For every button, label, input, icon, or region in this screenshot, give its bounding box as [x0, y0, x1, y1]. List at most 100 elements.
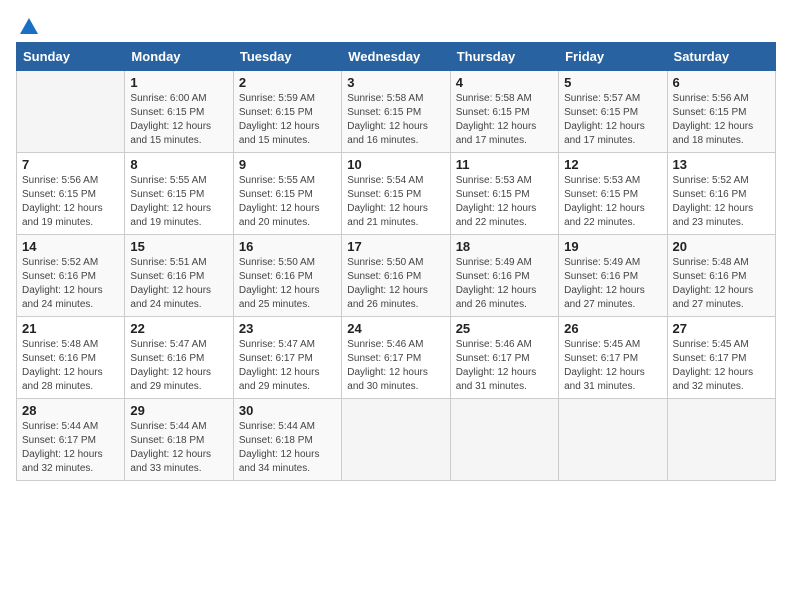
- day-info: Sunrise: 5:44 AM Sunset: 6:17 PM Dayligh…: [22, 420, 119, 476]
- day-number: 30: [239, 403, 336, 418]
- calendar-cell: 20 Sunrise: 5:48 AM Sunset: 6:16 PM Dayli…: [667, 235, 775, 317]
- day-info: Sunrise: 5:58 AM Sunset: 6:15 PM Dayligh…: [456, 92, 553, 148]
- calendar-cell: 28 Sunrise: 5:44 AM Sunset: 6:17 PM Dayli…: [17, 399, 125, 481]
- day-info: Sunrise: 5:47 AM Sunset: 6:17 PM Dayligh…: [239, 338, 336, 394]
- day-number: 10: [347, 157, 444, 172]
- day-info: Sunrise: 5:52 AM Sunset: 6:16 PM Dayligh…: [22, 256, 119, 312]
- day-info: Sunrise: 6:00 AM Sunset: 6:15 PM Dayligh…: [130, 92, 227, 148]
- day-number: 11: [456, 157, 553, 172]
- calendar-cell: 19 Sunrise: 5:49 AM Sunset: 6:16 PM Dayli…: [559, 235, 667, 317]
- day-number: 2: [239, 75, 336, 90]
- calendar-cell: [450, 399, 558, 481]
- day-info: Sunrise: 5:56 AM Sunset: 6:15 PM Dayligh…: [673, 92, 770, 148]
- day-number: 17: [347, 239, 444, 254]
- day-info: Sunrise: 5:49 AM Sunset: 6:16 PM Dayligh…: [456, 256, 553, 312]
- calendar-cell: [559, 399, 667, 481]
- day-number: 14: [22, 239, 119, 254]
- calendar-cell: [667, 399, 775, 481]
- calendar-cell: 22Sunrise: 5:47 AM Sunset: 6:16 PM Dayli…: [125, 317, 233, 399]
- calendar-cell: [342, 399, 450, 481]
- calendar-cell: 26Sunrise: 5:45 AM Sunset: 6:17 PM Dayli…: [559, 317, 667, 399]
- day-number: 9: [239, 157, 336, 172]
- day-info: Sunrise: 5:44 AM Sunset: 6:18 PM Dayligh…: [239, 420, 336, 476]
- calendar-cell: 5Sunrise: 5:57 AM Sunset: 6:15 PM Daylig…: [559, 71, 667, 153]
- col-header-sunday: Sunday: [17, 43, 125, 71]
- day-info: Sunrise: 5:51 AM Sunset: 6:16 PM Dayligh…: [130, 256, 227, 312]
- day-number: 6: [673, 75, 770, 90]
- day-number: 29: [130, 403, 227, 418]
- week-row-5: 28 Sunrise: 5:44 AM Sunset: 6:17 PM Dayli…: [17, 399, 776, 481]
- day-info: Sunrise: 5:49 AM Sunset: 6:16 PM Dayligh…: [564, 256, 661, 312]
- day-info: Sunrise: 5:46 AM Sunset: 6:17 PM Dayligh…: [347, 338, 444, 394]
- day-info: Sunrise: 5:59 AM Sunset: 6:15 PM Dayligh…: [239, 92, 336, 148]
- calendar-cell: 27 Sunrise: 5:45 AM Sunset: 6:17 PM Dayli…: [667, 317, 775, 399]
- day-number: 3: [347, 75, 444, 90]
- calendar-cell: 25 Sunrise: 5:46 AM Sunset: 6:17 PM Dayli…: [450, 317, 558, 399]
- day-number: 13: [673, 157, 770, 172]
- calendar-cell: 3 Sunrise: 5:58 AM Sunset: 6:15 PM Daylig…: [342, 71, 450, 153]
- calendar-cell: 2 Sunrise: 5:59 AM Sunset: 6:15 PM Daylig…: [233, 71, 341, 153]
- day-info: Sunrise: 5:52 AM Sunset: 6:16 PM Dayligh…: [673, 174, 770, 230]
- day-number: 15: [130, 239, 227, 254]
- day-info: Sunrise: 5:48 AM Sunset: 6:16 PM Dayligh…: [673, 256, 770, 312]
- day-number: 16: [239, 239, 336, 254]
- day-number: 28: [22, 403, 119, 418]
- day-number: 21: [22, 321, 119, 336]
- calendar-cell: 7Sunrise: 5:56 AM Sunset: 6:15 PM Daylig…: [17, 153, 125, 235]
- calendar-cell: 11 Sunrise: 5:53 AM Sunset: 6:15 PM Dayli…: [450, 153, 558, 235]
- day-info: Sunrise: 5:47 AM Sunset: 6:16 PM Dayligh…: [130, 338, 227, 394]
- day-number: 27: [673, 321, 770, 336]
- day-info: Sunrise: 5:46 AM Sunset: 6:17 PM Dayligh…: [456, 338, 553, 394]
- calendar-cell: 29Sunrise: 5:44 AM Sunset: 6:18 PM Dayli…: [125, 399, 233, 481]
- logo: [16, 16, 40, 32]
- day-number: 26: [564, 321, 661, 336]
- day-number: 19: [564, 239, 661, 254]
- day-number: 4: [456, 75, 553, 90]
- calendar-cell: 24Sunrise: 5:46 AM Sunset: 6:17 PM Dayli…: [342, 317, 450, 399]
- calendar-cell: 13 Sunrise: 5:52 AM Sunset: 6:16 PM Dayli…: [667, 153, 775, 235]
- day-number: 8: [130, 157, 227, 172]
- col-header-monday: Monday: [125, 43, 233, 71]
- page-header: [16, 16, 776, 32]
- calendar-cell: 23 Sunrise: 5:47 AM Sunset: 6:17 PM Dayli…: [233, 317, 341, 399]
- day-info: Sunrise: 5:50 AM Sunset: 6:16 PM Dayligh…: [239, 256, 336, 312]
- calendar-cell: 21Sunrise: 5:48 AM Sunset: 6:16 PM Dayli…: [17, 317, 125, 399]
- week-row-1: 1 Sunrise: 6:00 AM Sunset: 6:15 PM Daylig…: [17, 71, 776, 153]
- day-number: 5: [564, 75, 661, 90]
- week-row-4: 21Sunrise: 5:48 AM Sunset: 6:16 PM Dayli…: [17, 317, 776, 399]
- logo-icon: [18, 16, 40, 38]
- calendar-cell: 18 Sunrise: 5:49 AM Sunset: 6:16 PM Dayli…: [450, 235, 558, 317]
- day-number: 18: [456, 239, 553, 254]
- col-header-thursday: Thursday: [450, 43, 558, 71]
- calendar-cell: 4 Sunrise: 5:58 AM Sunset: 6:15 PM Daylig…: [450, 71, 558, 153]
- calendar-cell: 9 Sunrise: 5:55 AM Sunset: 6:15 PM Daylig…: [233, 153, 341, 235]
- day-info: Sunrise: 5:55 AM Sunset: 6:15 PM Dayligh…: [130, 174, 227, 230]
- day-number: 23: [239, 321, 336, 336]
- calendar-cell: 8 Sunrise: 5:55 AM Sunset: 6:15 PM Daylig…: [125, 153, 233, 235]
- day-info: Sunrise: 5:55 AM Sunset: 6:15 PM Dayligh…: [239, 174, 336, 230]
- week-row-2: 7Sunrise: 5:56 AM Sunset: 6:15 PM Daylig…: [17, 153, 776, 235]
- day-info: Sunrise: 5:58 AM Sunset: 6:15 PM Dayligh…: [347, 92, 444, 148]
- day-info: Sunrise: 5:50 AM Sunset: 6:16 PM Dayligh…: [347, 256, 444, 312]
- day-info: Sunrise: 5:45 AM Sunset: 6:17 PM Dayligh…: [673, 338, 770, 394]
- calendar-cell: 30 Sunrise: 5:44 AM Sunset: 6:18 PM Dayli…: [233, 399, 341, 481]
- calendar-cell: 10 Sunrise: 5:54 AM Sunset: 6:15 PM Dayli…: [342, 153, 450, 235]
- day-number: 12: [564, 157, 661, 172]
- col-header-saturday: Saturday: [667, 43, 775, 71]
- calendar-cell: 6 Sunrise: 5:56 AM Sunset: 6:15 PM Daylig…: [667, 71, 775, 153]
- col-header-tuesday: Tuesday: [233, 43, 341, 71]
- day-info: Sunrise: 5:54 AM Sunset: 6:15 PM Dayligh…: [347, 174, 444, 230]
- calendar-cell: 17 Sunrise: 5:50 AM Sunset: 6:16 PM Dayli…: [342, 235, 450, 317]
- calendar-cell: [17, 71, 125, 153]
- day-number: 25: [456, 321, 553, 336]
- day-info: Sunrise: 5:53 AM Sunset: 6:15 PM Dayligh…: [564, 174, 661, 230]
- calendar-cell: 12 Sunrise: 5:53 AM Sunset: 6:15 PM Dayli…: [559, 153, 667, 235]
- day-number: 20: [673, 239, 770, 254]
- day-number: 7: [22, 157, 119, 172]
- calendar-cell: 14 Sunrise: 5:52 AM Sunset: 6:16 PM Dayli…: [17, 235, 125, 317]
- week-row-3: 14 Sunrise: 5:52 AM Sunset: 6:16 PM Dayli…: [17, 235, 776, 317]
- day-info: Sunrise: 5:53 AM Sunset: 6:15 PM Dayligh…: [456, 174, 553, 230]
- day-number: 1: [130, 75, 227, 90]
- calendar-cell: 16 Sunrise: 5:50 AM Sunset: 6:16 PM Dayli…: [233, 235, 341, 317]
- col-header-wednesday: Wednesday: [342, 43, 450, 71]
